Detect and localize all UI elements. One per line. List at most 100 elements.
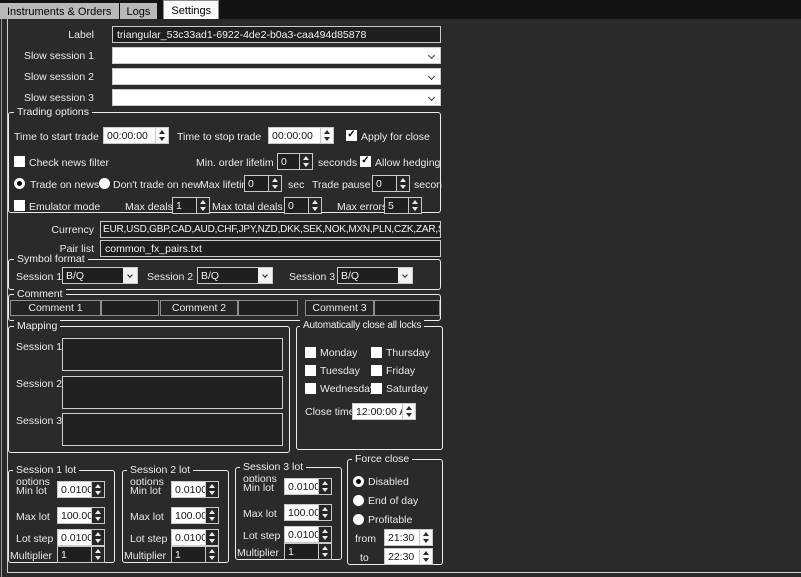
chevron-up-icon[interactable]: [206, 482, 218, 490]
spinner-buttons[interactable]: [268, 176, 281, 191]
chevron-down-icon[interactable]: [206, 555, 218, 563]
multiplier-value[interactable]: 1: [58, 547, 91, 562]
chevron-up-icon[interactable]: [92, 508, 104, 516]
dropdown-button[interactable]: [123, 268, 137, 283]
friday-checkbox[interactable]: [371, 365, 382, 376]
chevron-up-icon[interactable]: [300, 154, 312, 162]
chevron-down-icon[interactable]: [321, 136, 333, 144]
chevron-up-icon[interactable]: [92, 482, 104, 490]
time-to-start-input[interactable]: 00:00:00: [103, 127, 169, 144]
chevron-down-icon[interactable]: [319, 535, 331, 543]
lot-step-input[interactable]: 0.0100: [171, 529, 219, 546]
spinner-buttons[interactable]: [318, 505, 331, 520]
close-time-input[interactable]: 12:00:00 A: [352, 403, 416, 420]
chevron-up-icon[interactable]: [403, 404, 415, 412]
chevron-down-icon[interactable]: [409, 206, 421, 214]
chevron-up-icon[interactable]: [397, 176, 409, 184]
spinner-buttons[interactable]: [419, 530, 432, 545]
chevron-up-icon[interactable]: [309, 198, 321, 206]
spinner-buttons[interactable]: [402, 404, 415, 419]
chevron-down-icon[interactable]: [319, 513, 331, 521]
spinner-buttons[interactable]: [318, 479, 331, 494]
min-order-lifetime-value[interactable]: 0: [278, 154, 299, 169]
allow-hedging-checkbox[interactable]: [360, 156, 371, 167]
thursday-checkbox[interactable]: [371, 347, 382, 358]
chevron-up-icon[interactable]: [409, 198, 421, 206]
monday-checkbox[interactable]: [305, 347, 316, 358]
lot-step-input[interactable]: 0.0100: [57, 529, 105, 546]
disabled-radio[interactable]: [353, 476, 364, 487]
min-lot-input[interactable]: 0.0100: [57, 481, 105, 498]
max-total-deals-value[interactable]: 0: [285, 198, 308, 213]
spinner-buttons[interactable]: [205, 482, 218, 497]
chevron-down-icon[interactable]: [206, 516, 218, 524]
saturday-checkbox[interactable]: [371, 383, 382, 394]
map-session-3-textarea[interactable]: [62, 413, 283, 446]
spinner-buttons[interactable]: [205, 508, 218, 523]
chevron-down-icon[interactable]: [92, 516, 104, 524]
sf-session-1-select[interactable]: B/Q: [62, 267, 138, 284]
slow-session-3-select[interactable]: [112, 89, 441, 106]
spinner-buttons[interactable]: [155, 128, 168, 143]
apply-for-close-checkbox[interactable]: [346, 130, 357, 141]
max-errors-value[interactable]: 5: [385, 198, 408, 213]
chevron-up-icon[interactable]: [319, 527, 331, 535]
chevron-up-icon[interactable]: [206, 547, 218, 555]
max-errors-input[interactable]: 5: [384, 197, 422, 214]
chevron-down-icon[interactable]: [300, 162, 312, 170]
max-lot-value[interactable]: 100.00: [172, 508, 205, 523]
chevron-up-icon[interactable]: [269, 176, 281, 184]
tuesday-checkbox[interactable]: [305, 365, 316, 376]
chevron-down-icon[interactable]: [206, 538, 218, 546]
chevron-down-icon[interactable]: [319, 552, 331, 560]
spinner-buttons[interactable]: [196, 198, 209, 213]
chevron-up-icon[interactable]: [206, 530, 218, 538]
emulator-mode-checkbox[interactable]: [14, 200, 25, 211]
time-to-start-value[interactable]: 00:00:00: [104, 128, 155, 143]
spinner-buttons[interactable]: [91, 482, 104, 497]
time-to-stop-input[interactable]: 00:00:00: [268, 127, 334, 144]
max-lot-input[interactable]: 100.00: [57, 507, 105, 524]
chevron-up-icon[interactable]: [319, 544, 331, 552]
chevron-up-icon[interactable]: [319, 505, 331, 513]
chevron-up-icon[interactable]: [92, 547, 104, 555]
chevron-up-icon[interactable]: [420, 530, 432, 538]
lot-step-input[interactable]: 0.0100: [284, 526, 332, 543]
to-time-value[interactable]: 22:30: [385, 549, 419, 564]
multiplier-input[interactable]: 1: [57, 546, 105, 563]
chevron-down-icon[interactable]: [269, 184, 281, 192]
trade-on-news-radio[interactable]: [14, 178, 25, 189]
pair-list-input[interactable]: common_fx_pairs.txt: [100, 240, 441, 257]
spinner-buttons[interactable]: [299, 154, 312, 169]
chevron-up-icon[interactable]: [319, 479, 331, 487]
min-order-lifetime-input[interactable]: 0: [277, 153, 313, 170]
chevron-down-icon[interactable]: [197, 206, 209, 214]
trade-pause-input[interactable]: 0: [372, 175, 410, 192]
spinner-buttons[interactable]: [318, 544, 331, 559]
min-lot-input[interactable]: 0.0100: [171, 481, 219, 498]
min-lot-value[interactable]: 0.0100: [58, 482, 91, 497]
chevron-down-icon[interactable]: [420, 538, 432, 546]
min-lot-value[interactable]: 0.0100: [172, 482, 205, 497]
spinner-buttons[interactable]: [408, 198, 421, 213]
dont-trade-on-news-radio[interactable]: [99, 178, 110, 189]
max-lot-value[interactable]: 100.00: [58, 508, 91, 523]
chevron-down-icon[interactable]: [206, 490, 218, 498]
close-time-value[interactable]: 12:00:00 A: [353, 404, 402, 419]
sf-session-3-select[interactable]: B/Q: [337, 267, 413, 284]
spinner-buttons[interactable]: [205, 547, 218, 562]
tab-logs[interactable]: Logs: [120, 3, 158, 19]
end-of-day-radio[interactable]: [353, 495, 364, 506]
max-deals-value[interactable]: 1: [173, 198, 196, 213]
to-time-input[interactable]: 22:30: [384, 548, 433, 565]
chevron-down-icon[interactable]: [92, 490, 104, 498]
map-session-2-textarea[interactable]: [62, 376, 283, 409]
spinner-buttons[interactable]: [320, 128, 333, 143]
lot-step-value[interactable]: 0.0100: [285, 527, 318, 542]
max-lifetime-value[interactable]: 0: [245, 176, 268, 191]
multiplier-value[interactable]: 1: [172, 547, 205, 562]
chevron-down-icon[interactable]: [397, 184, 409, 192]
spinner-buttons[interactable]: [91, 508, 104, 523]
comment-2-input[interactable]: [238, 300, 298, 316]
chevron-up-icon[interactable]: [420, 549, 432, 557]
